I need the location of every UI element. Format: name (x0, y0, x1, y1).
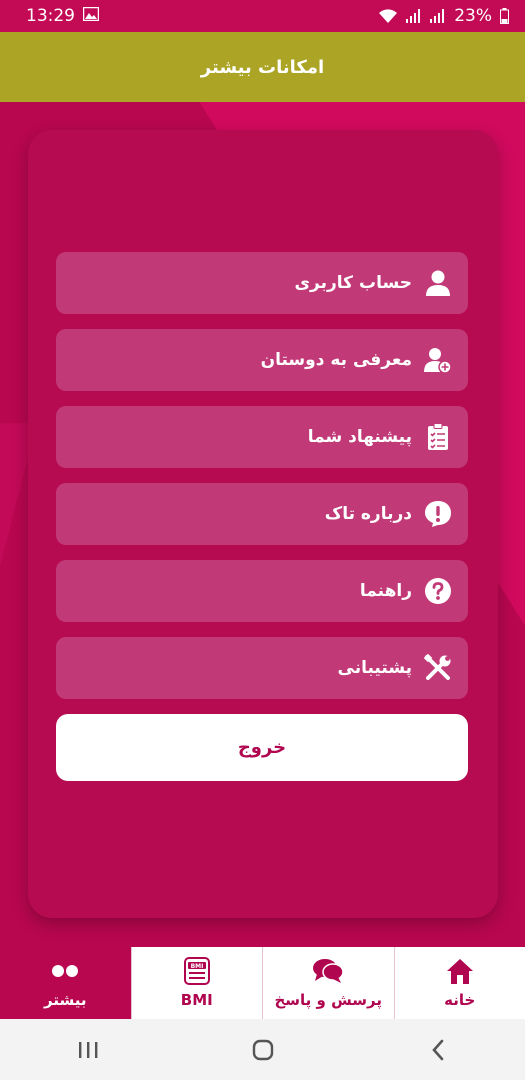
home-icon (445, 957, 475, 985)
tab-label: BMI (180, 991, 213, 1009)
scale-icon: BMI (183, 957, 210, 985)
battery-icon (500, 8, 509, 24)
more-dots-icon (51, 957, 79, 985)
add-user-icon (424, 346, 452, 374)
question-icon (424, 577, 452, 605)
menu-item-support[interactable]: پشتیبانی (56, 637, 468, 699)
tab-qa[interactable]: پرسش و پاسخ (263, 947, 395, 1019)
logout-button[interactable]: خروج (56, 714, 468, 781)
menu-item-help[interactable]: راهنما (56, 560, 468, 622)
wifi-icon (378, 8, 398, 24)
menu-item-invite-friends[interactable]: معرفی به دوستان (56, 329, 468, 391)
menu-item-label: پشتیبانی (337, 658, 412, 678)
menu-item-label: پیشنهاد شما (307, 427, 412, 447)
system-nav-bar (0, 1019, 525, 1080)
tab-home[interactable]: خانه (395, 947, 525, 1019)
gallery-notification-icon (82, 6, 100, 26)
tab-bmi[interactable]: BMI BMI (132, 947, 263, 1019)
clipboard-icon (424, 423, 452, 451)
status-bar: 13:29 23% (0, 0, 525, 32)
logout-label: خروج (237, 737, 287, 758)
back-chevron-icon (431, 1039, 443, 1060)
menu-item-label: حساب کاربری (294, 273, 412, 293)
battery-percent: 23% (454, 6, 492, 26)
svg-text:BMI: BMI (190, 963, 203, 970)
menu-item-about[interactable]: درباره تاک (56, 483, 468, 545)
home-system-button[interactable] (233, 1030, 293, 1070)
options-menu: حساب کاربری معرفی به دوستان پیشنهاد شما … (56, 252, 468, 714)
clock: 13:29 (26, 6, 75, 26)
app-bar: امکانات بیشتر (0, 32, 525, 102)
signal-icon-2 (430, 9, 446, 23)
tools-icon (424, 654, 452, 682)
page-title: امکانات بیشتر (200, 56, 325, 78)
menu-item-label: راهنما (359, 581, 412, 601)
tab-label: پرسش و پاسخ (274, 991, 382, 1009)
tab-label: خانه (444, 991, 476, 1009)
menu-item-label: معرفی به دوستان (260, 350, 412, 370)
chat-icon (312, 957, 344, 985)
user-icon (424, 269, 452, 297)
recent-apps-button[interactable] (58, 1030, 118, 1070)
back-button[interactable] (408, 1030, 468, 1070)
bottom-nav: بیشتر BMI BMI پرسش و پاسخ خانه (0, 947, 525, 1019)
tab-more[interactable]: بیشتر (0, 947, 132, 1019)
recent-apps-icon (78, 1041, 97, 1058)
status-left: 13:29 (26, 6, 100, 26)
status-right: 23% (378, 6, 509, 26)
menu-item-suggestions[interactable]: پیشنهاد شما (56, 406, 468, 468)
info-exclamation-icon (424, 500, 452, 528)
tab-label: بیشتر (44, 991, 87, 1009)
options-card: حساب کاربری معرفی به دوستان پیشنهاد شما … (28, 130, 498, 918)
menu-item-label: درباره تاک (324, 504, 412, 524)
signal-icon-1 (406, 9, 422, 23)
home-circle-icon (252, 1039, 273, 1060)
menu-item-account[interactable]: حساب کاربری (56, 252, 468, 314)
